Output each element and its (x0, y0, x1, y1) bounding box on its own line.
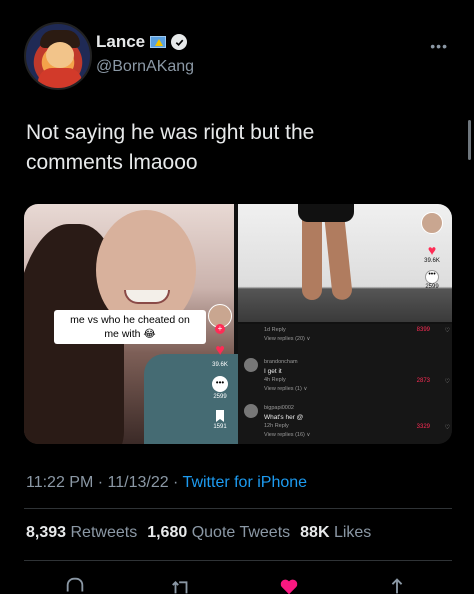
tiktok-action-rail: + ♥ 39.6K ••• 2599 1591 (207, 304, 233, 430)
comment-text: I get it (264, 368, 282, 375)
share-icon[interactable] (384, 576, 410, 594)
retweets-count: 8,393 (26, 524, 67, 541)
comment-count: 2599 (213, 394, 227, 400)
comment-row: 1d Reply View replies (20) ∨ 8399 ♡ (238, 326, 452, 356)
divider (24, 560, 452, 561)
author-avatar[interactable] (24, 22, 92, 90)
author-handle[interactable]: @BornAKang (96, 58, 194, 76)
author-name-row[interactable]: Lance (96, 32, 188, 52)
heart-icon: ♥ (427, 242, 437, 258)
comment-icon: ••• (212, 376, 228, 392)
tweet-actions (0, 566, 474, 594)
tiktok-action-rail-right: ♥ 39.6K ••• 2599 (418, 212, 446, 290)
more-icon[interactable]: ••• (430, 38, 448, 54)
author-name[interactable]: Lance (96, 32, 145, 52)
tweet-header: Lance @BornAKang ••• (24, 22, 450, 94)
like-count: 39.6K (212, 362, 228, 368)
media-photo-left[interactable]: me vs who he cheated on me with 😂 + ♥ 39… (24, 204, 244, 444)
comment-user: brandoncham (264, 359, 298, 365)
retweets-stat[interactable]: 8,393 Retweets (26, 524, 137, 542)
reply-icon[interactable] (62, 576, 88, 594)
saint-lucia-flag-icon (150, 36, 167, 48)
media-comments-screenshot[interactable]: 1d Reply View replies (20) ∨ 8399 ♡ bran… (238, 324, 452, 444)
comment-like-count: 2873 (416, 378, 430, 384)
comment-icon: ••• (425, 270, 439, 284)
comment-text: What's her @ (264, 414, 304, 421)
retweet-icon[interactable] (168, 576, 194, 594)
tweet-text: Not saying he was right but the comments… (26, 121, 315, 174)
comment-replies: View replies (1) ∨ (264, 386, 308, 392)
heart-icon: ♥ (215, 342, 225, 359)
quotes-stat[interactable]: 1,680 Quote Tweets (147, 524, 290, 542)
comment-row: brandoncham I get it 4h Reply View repli… (238, 358, 452, 392)
tweet-timestamp[interactable]: 11:22 PM · 11/13/22 · (26, 474, 183, 491)
video-caption: me vs who he cheated on me with 😂 (54, 310, 206, 344)
verified-icon (171, 34, 188, 50)
dislike-icon: ♡ (444, 379, 450, 385)
likes-count: 88K (300, 524, 330, 541)
comment-like-count: 3329 (416, 424, 430, 430)
media-photo-right-top[interactable]: ♥ 39.6K ••• 2599 (238, 204, 452, 322)
comment-replies: View replies (20) ∨ (264, 336, 311, 342)
divider (24, 508, 452, 509)
tweet-meta: 11:22 PM · 11/13/22 · Twitter for iPhone (26, 474, 307, 492)
quotes-label: Quote Tweets (191, 524, 291, 541)
dislike-icon: ♡ (444, 425, 450, 431)
tweet-source-link[interactable]: Twitter for iPhone (183, 474, 308, 491)
quotes-count: 1,680 (147, 524, 188, 541)
tweet-media[interactable]: me vs who he cheated on me with 😂 + ♥ 39… (24, 204, 452, 444)
scrollbar[interactable] (468, 120, 471, 160)
comment-replies: View replies (16) ∨ (264, 432, 311, 438)
like-count: 39.6K (424, 258, 440, 264)
dislike-icon: ♡ (444, 328, 450, 334)
comment-like-count: 8399 (416, 327, 430, 333)
heart-icon[interactable] (276, 576, 302, 594)
save-count: 1591 (213, 424, 227, 430)
comment-row: bigpapi0002 What's her @ 12h Reply View … (238, 404, 452, 438)
tweet-stats: 8,393 Retweets 1,680 Quote Tweets 88K Li… (26, 524, 371, 542)
likes-stat[interactable]: 88K Likes (300, 524, 371, 542)
retweets-label: Retweets (70, 524, 138, 541)
commenter-avatar (244, 358, 258, 372)
comment-count: 2599 (425, 284, 439, 290)
commenter-avatar (244, 404, 258, 418)
bookmark-icon (216, 410, 224, 422)
follow-plus-icon: + (215, 324, 225, 334)
creator-avatar (421, 212, 443, 234)
likes-label: Likes (333, 524, 372, 541)
comment-user: bigpapi0002 (264, 405, 294, 411)
